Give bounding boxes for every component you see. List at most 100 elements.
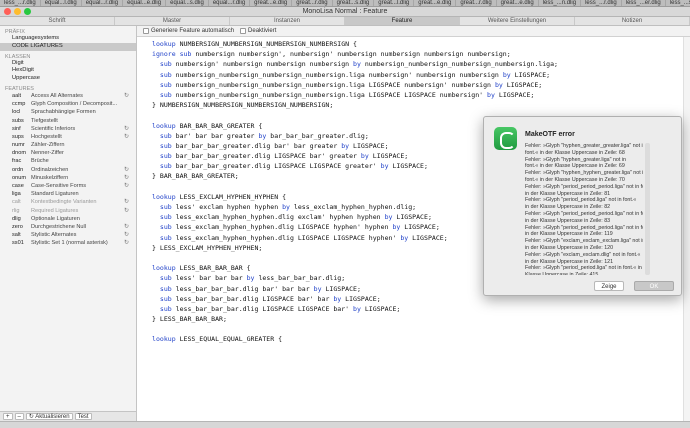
file-tab[interactable]: great...e.dlig [497,0,539,6]
tab-schrift[interactable]: Schrift [0,17,115,25]
tab-weitere-einstellungen[interactable]: Weitere Einstellungen [460,17,575,25]
dialog-scrollbar[interactable] [645,143,650,275]
code-text: less_exclam_hyphen_hyphen.dlig exclam' h… [171,213,385,222]
auto-generate-icon: ↻ [123,133,129,140]
code-keyword: sub [159,131,172,140]
auto-generate-icon: ↻ [123,240,129,247]
error-message-line: in der Klasse Uppercase in Zeile: 120 [525,244,614,251]
code-text: less' exclam hyphen hyphen [171,203,283,211]
sidebar-item-feature[interactable]: onum Minuskelziffern ↻ [0,174,136,182]
sidebar-item-feature[interactable]: ss01 Stylistic Set 1 (normal asterisk) ↻ [0,239,136,247]
feature-description: Required Ligatures [31,207,79,214]
feature-tag: calt [12,199,21,206]
deactivated-checkbox[interactable]: Deaktiviert [240,28,276,34]
refresh-button[interactable]: ↻ Aktualisieren [25,413,73,420]
file-tab[interactable]: less_...r.dlig [581,0,622,6]
error-message-line: font.« in der Klasse Uppercase in Zeile:… [525,149,625,156]
code-text: } BAR_BAR_BAR_GREATER; [152,172,239,181]
tab-instanzen[interactable]: Instanzen [230,17,345,25]
file-tab[interactable]: less_...er.dlig [622,0,666,6]
sidebar-item-class[interactable]: Uppercase [0,75,136,83]
sidebar-item-praefix[interactable]: Languagesystems [0,35,136,43]
sidebar-item-feature[interactable]: frac Brüche [0,157,136,165]
test-button[interactable]: Test [74,413,92,420]
code-text: numbersign' numbersign numbersign number… [171,60,354,69]
code-keyword: by [313,284,322,293]
code-keyword: by [487,90,495,99]
file-tab[interactable]: less_...n.dlig [539,0,582,6]
error-message-line: Klasse Uppercase in Zeile: 415 [525,272,643,275]
sidebar-item-feature[interactable]: ccmp Glyph Composition / Decomposit... [0,100,136,108]
file-tab[interactable]: equal...r.dlig [209,0,251,6]
generate-auto-checkbox[interactable]: Generiere Feature automatisch [143,28,234,34]
feature-tag: sups [12,133,24,140]
file-tab[interactable]: less_...r.dlig [0,0,41,6]
file-tab[interactable]: great...r.dlig [292,0,333,6]
file-tab[interactable]: equal...e.dlig [123,0,167,6]
file-tab[interactable]: equal...r.dlig [82,0,124,6]
tab-notizen[interactable]: Notizen [575,17,690,25]
dialog-title: MakeOTF error [525,131,575,138]
sidebar-item-feature[interactable]: aalt Access All Alternates ↻ [0,92,136,100]
file-tab[interactable]: great...e.dlig [250,0,293,6]
deactivated-label: Deaktiviert [248,28,277,34]
error-message-line: Fehler: »Glyph "hyphen_hyphen_greater.li… [525,170,643,177]
code-line: } LESS_BAR_BAR_BAR; [152,314,683,324]
sidebar-item-feature[interactable]: rlig Required Ligatures ↻ [0,207,136,215]
code-text: LIGSPACE; [321,284,361,293]
code-text: less_bar_bar_bar.dlig; [254,274,346,283]
klassen-header: KLASSEN [5,53,31,60]
add-button[interactable]: + [3,413,13,420]
sidebar-bottom-bar: + – ↻ Aktualisieren Test [0,411,137,421]
code-keyword: sub [159,274,172,283]
file-tab[interactable]: great...s.dlig [333,0,375,6]
sidebar-item-feature[interactable]: dlig Optionale Ligaturen [0,215,136,223]
error-message-line: Fehler: »Glyph "period_period.liga" not … [525,265,643,272]
feature-tag: ordn [12,166,24,173]
code-keyword: sub [159,90,172,99]
file-tab[interactable]: great...l.dlig [374,0,415,6]
file-tab[interactable]: equal...s.dlig [166,0,209,6]
file-tab[interactable]: great...e.dlig [414,0,457,6]
sidebar-item-feature[interactable]: locl Sprachabhängige Formen [0,108,136,116]
editor-scrollbar[interactable] [683,37,690,422]
sidebar-item-feature[interactable]: calt Kontextbedingte Varianten ↻ [0,198,136,206]
sidebar-item-feature[interactable]: sinf Scientific Inferiors ↻ [0,125,136,133]
sidebar-item-feature[interactable]: liga Standard Ligaturen [0,190,136,198]
sidebar-item-class[interactable]: HexDigit [0,67,136,75]
file-tab[interactable]: great...r.dlig [456,0,497,6]
feature-options-bar: Generiere Feature automatisch Deaktivier… [137,26,690,37]
show-button[interactable]: Zeige [594,281,624,291]
file-tab[interactable]: equal...l.dlig [41,0,82,6]
sidebar-item-feature[interactable]: numr Zähler-Ziffern [0,141,136,149]
sidebar-item-feature[interactable]: dnom Nenner-Ziffer [0,149,136,157]
sidebar-item-feature[interactable]: zero Durchgestrichene Null ↻ [0,223,136,231]
code-text: LESS_EXCLAM_HYPHEN_HYPHEN { [175,192,287,201]
code-text: bar' bar bar greater [171,131,259,140]
file-tab-strip: less_...r.dlig equal...l.dlig equal...r.dl… [0,0,690,7]
sidebar-item-class[interactable]: Digit [0,60,136,68]
feature-tag: ccmp [12,101,26,108]
error-message-line: Fehler: »Glyph "hyphen_greater_greater.l… [525,143,643,149]
sidebar-item-praefix[interactable]: CODE LIGATURES [0,42,136,51]
tab-feature[interactable]: Feature [345,17,460,25]
code-text: LIGSPACE; [408,233,448,242]
file-tab[interactable]: less_...s.dlig [666,0,690,6]
sidebar-item-feature[interactable]: salt Stylistic Alternates ↻ [0,231,136,239]
remove-button[interactable]: – [14,413,24,420]
sidebar-item-feature[interactable]: case Case-Sensitive Forms ↻ [0,182,136,190]
ok-button[interactable]: OK [634,281,674,291]
tab-master[interactable]: Master [115,17,230,25]
sidebar-item-feature[interactable]: subs Tiefgestellt [0,117,136,125]
error-messages[interactable]: Fehler: »Glyph "hyphen_greater_greater.l… [525,143,643,275]
sidebar-item-feature[interactable]: sups Hochgestellt ↻ [0,133,136,141]
code-text: less_exclam_hyphen_hyphen.dlig LIGSPACE … [171,223,393,232]
sidebar-item-feature[interactable]: ordn Ordinalzeichen ↻ [0,166,136,174]
code-text: less' bar bar bar [171,274,247,283]
error-message-line: in der Klasse Uppercase in Zeile: 119 [525,231,613,238]
